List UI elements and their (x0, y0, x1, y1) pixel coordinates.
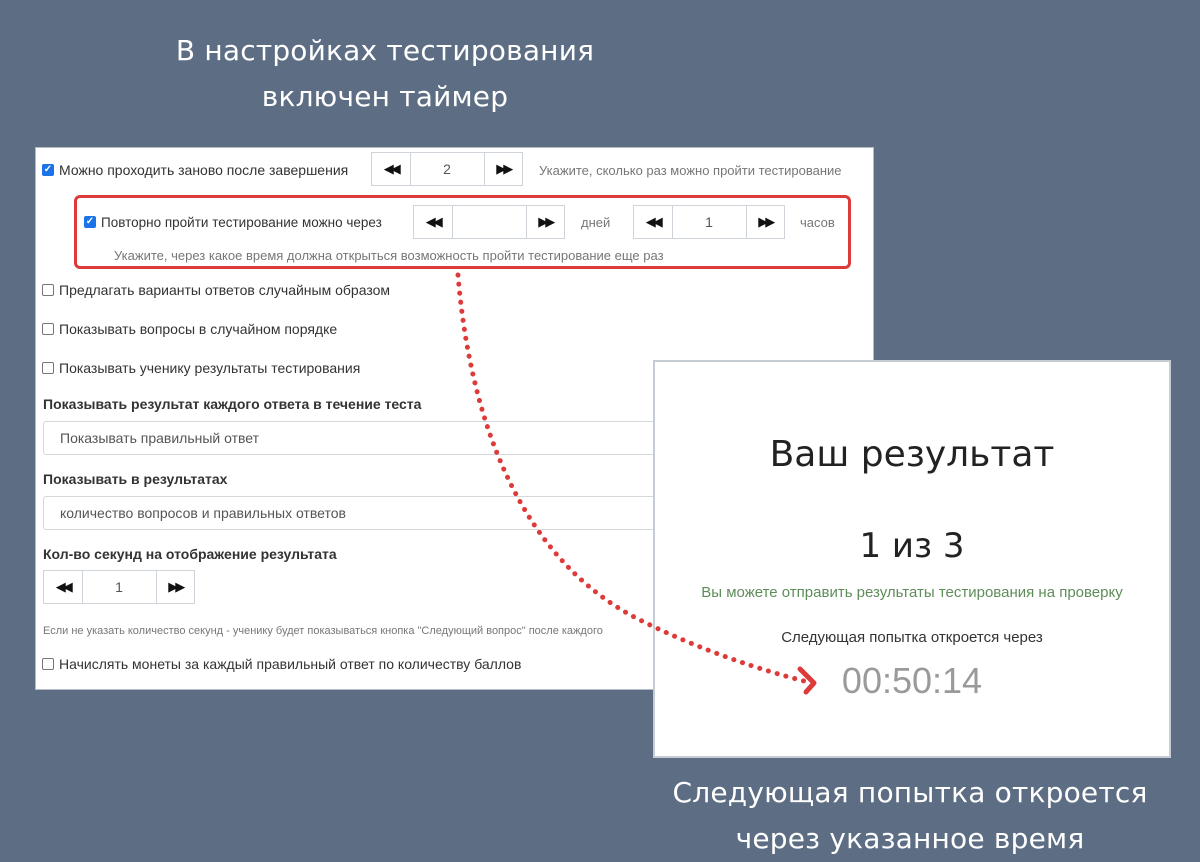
bottom-caption: Следующая попытка откроется через указан… (650, 770, 1170, 862)
next-attempt-timer: 00:50:14 (841, 660, 983, 701)
double-left-arrow-icon: ◀◀ (55, 579, 73, 594)
retake-hours-stepper: ◀◀ 1 ▶▶ (633, 205, 785, 239)
retake-days-stepper: ◀◀ ▶▶ (413, 205, 565, 239)
seconds-input[interactable]: 1 (81, 571, 157, 603)
days-increment-button[interactable]: ▶▶ (527, 206, 565, 238)
double-left-arrow-icon: ◀◀ (645, 214, 663, 229)
result-title: Ваш результат (769, 434, 1055, 475)
retake-increment-button[interactable]: ▶▶ (485, 153, 523, 185)
random-questions-checkbox[interactable] (42, 323, 54, 335)
in-results-heading-row: Показывать в результатах (43, 469, 227, 489)
days-unit-label: дней (581, 214, 611, 230)
hours-input[interactable]: 1 (671, 206, 747, 238)
show-results-row: Показывать ученику результаты тестирован… (42, 358, 360, 378)
days-input[interactable] (451, 206, 527, 238)
double-left-arrow-icon: ◀◀ (383, 161, 401, 176)
seconds-decrement-button[interactable]: ◀◀ (44, 571, 82, 603)
retake-hint: Укажите, сколько раз можно пройти тестир… (539, 162, 842, 178)
retake-count-input[interactable]: 2 (409, 153, 485, 185)
seconds-note: Если не указать количество секунд - учен… (43, 625, 603, 637)
show-results-label: Показывать ученику результаты тестирован… (59, 360, 361, 376)
in-results-heading: Показывать в результатах (43, 471, 228, 487)
double-right-arrow-icon: ▶▶ (496, 161, 513, 176)
coins-row: Начислять монеты за каждый правильный от… (42, 654, 521, 674)
each-answer-select[interactable]: Показывать правильный ответ (43, 421, 683, 455)
double-right-arrow-icon: ▶▶ (758, 214, 775, 229)
next-attempt-label: Следующая попытка откроется через (781, 629, 1043, 646)
hours-unit-row: часов (800, 205, 835, 239)
seconds-stepper: ◀◀ 1 ▶▶ (43, 570, 195, 604)
retake-checkbox[interactable] (42, 164, 54, 176)
retake-delay-row: Повторно пройти тестирование можно через (84, 205, 382, 239)
seconds-note-row: Если не указать количество секунд - учен… (43, 622, 655, 640)
result-panel: Ваш результат 1 из 3 Вы можете отправить… (653, 360, 1171, 758)
retake-count-stepper: ◀◀ 2 ▶▶ (371, 152, 523, 186)
coins-label: Начислять монеты за каждый правильный от… (59, 656, 522, 672)
hours-unit-label: часов (800, 214, 835, 230)
retake-delay-hint: Укажите, через какое время должна открыт… (114, 247, 664, 263)
random-answers-row: Предлагать варианты ответов случайным об… (42, 280, 390, 300)
hours-decrement-button[interactable]: ◀◀ (634, 206, 672, 238)
random-answers-checkbox[interactable] (42, 284, 54, 296)
each-answer-selected: Показывать правильный ответ (60, 430, 260, 446)
send-results-link[interactable]: Вы можете отправить результаты тестирова… (655, 584, 1169, 601)
in-results-selected: количество вопросов и правильных ответов (60, 505, 346, 521)
double-left-arrow-icon: ◀◀ (425, 214, 443, 229)
random-questions-label: Показывать вопросы в случайном порядке (59, 321, 338, 337)
days-decrement-button[interactable]: ◀◀ (414, 206, 452, 238)
seconds-heading: Кол-во секунд на отображение результата (43, 546, 337, 562)
seconds-increment-button[interactable]: ▶▶ (157, 571, 195, 603)
top-caption-line1: В настройках тестирования (175, 34, 595, 67)
bottom-caption-line1: Следующая попытка откроется (672, 776, 1148, 809)
result-score: 1 из 3 (859, 526, 965, 566)
top-caption-line2: включен таймер (261, 80, 509, 113)
retake-delay-label: Повторно пройти тестирование можно через (101, 214, 382, 230)
retake-delay-checkbox[interactable] (84, 216, 96, 228)
retake-hint-row: Укажите, сколько раз можно пройти тестир… (539, 152, 842, 188)
each-answer-heading: Показывать результат каждого ответа в те… (43, 396, 422, 412)
each-answer-heading-row: Показывать результат каждого ответа в те… (43, 394, 421, 414)
seconds-heading-row: Кол-во секунд на отображение результата (43, 544, 337, 564)
coins-checkbox[interactable] (42, 658, 54, 670)
retake-delay-hint-row: Укажите, через какое время должна открыт… (114, 245, 664, 265)
double-right-arrow-icon: ▶▶ (168, 579, 185, 594)
hours-increment-button[interactable]: ▶▶ (747, 206, 785, 238)
retake-row: Можно проходить заново после завершения (42, 152, 348, 188)
random-answers-label: Предлагать варианты ответов случайным об… (59, 282, 391, 298)
double-right-arrow-icon: ▶▶ (538, 214, 555, 229)
show-results-checkbox[interactable] (42, 362, 54, 374)
bottom-caption-line2: через указанное время (735, 822, 1085, 855)
retake-label: Можно проходить заново после завершения (59, 162, 349, 178)
retake-decrement-button[interactable]: ◀◀ (372, 153, 410, 185)
days-unit-row: дней (581, 205, 610, 239)
random-questions-row: Показывать вопросы в случайном порядке (42, 319, 337, 339)
top-caption: В настройках тестирования включен таймер (130, 28, 640, 120)
in-results-select[interactable]: количество вопросов и правильных ответов (43, 496, 683, 530)
